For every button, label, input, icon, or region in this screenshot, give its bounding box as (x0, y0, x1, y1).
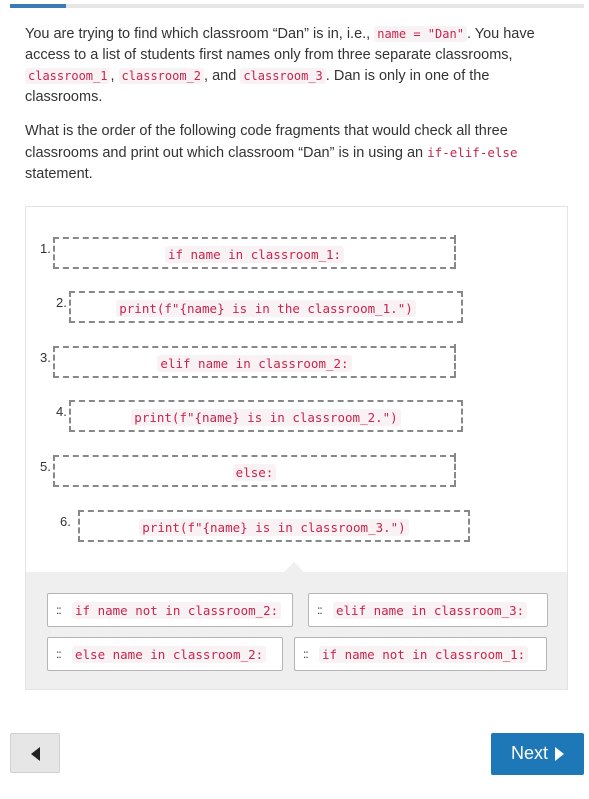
inline-code: classroom_2 (118, 68, 205, 84)
draggable-fragment[interactable]: :: elif name in classroom_3: (308, 593, 548, 627)
progress-bar (10, 4, 584, 8)
question-paragraph-2: What is the order of the following code … (25, 121, 545, 185)
answer-row-1: 1. if name in classroom_1: (26, 235, 567, 277)
fragment-bank: :: if name not in classroom_2: :: elif n… (26, 562, 567, 689)
question-text: statement. (25, 166, 93, 182)
inline-code: classroom_1 (25, 68, 111, 84)
draggable-fragment[interactable]: :: if name not in classroom_1: (294, 637, 547, 671)
inline-code: classroom_3 (240, 68, 326, 84)
inline-code: if-elif-else (427, 145, 518, 160)
line-number: 5. (40, 459, 51, 474)
parsons-panel: 1. if name in classroom_1: 2. print(f"{n… (25, 206, 568, 690)
next-button-label: Next (511, 743, 549, 763)
code-fragment: else: (232, 464, 277, 481)
answer-block[interactable]: if name in classroom_1: (53, 237, 456, 269)
question-paragraph-1: You are trying to find which classroom “… (25, 24, 545, 108)
indent-guide (454, 235, 458, 267)
line-number: 2. (56, 295, 67, 310)
code-fragment: elif name in classroom_2: (157, 355, 352, 372)
next-button[interactable]: Next (491, 733, 584, 775)
code-fragment: if name not in classroom_1: (319, 646, 529, 663)
code-fragment: if name in classroom_1: (164, 246, 345, 263)
code-fragment: print(f"{name} is in classroom_3.") (139, 519, 409, 536)
indent-guide (454, 453, 458, 485)
question-text: , and (204, 68, 237, 84)
code-fragment: elif name in classroom_3: (333, 602, 528, 619)
answer-row-6: 6. print(f"{name} is in classroom_3.") (26, 510, 567, 550)
answer-row-3: 3. elif name in classroom_2: (26, 344, 567, 386)
answer-row-5: 5. else: (26, 453, 567, 495)
inline-code: name = "Dan" (374, 26, 467, 42)
arrow-left-icon (31, 747, 40, 761)
arrow-right-icon (555, 747, 564, 761)
code-fragment: print(f"{name} is in classroom_2.") (131, 409, 401, 426)
answer-block[interactable]: elif name in classroom_2: (53, 346, 456, 378)
question-text: You are trying to find which classroom “… (25, 26, 371, 42)
line-number: 3. (40, 350, 51, 365)
code-fragment: print(f"{name} is in the classroom_1.") (116, 300, 416, 317)
code-fragment: if name not in classroom_2: (72, 602, 282, 619)
answer-block[interactable]: print(f"{name} is in classroom_2.") (69, 400, 463, 432)
question-text: , (110, 68, 115, 84)
drag-handle-icon: :: (317, 603, 323, 617)
line-number: 4. (56, 404, 67, 419)
draggable-fragment[interactable]: :: else name in classroom_2: (47, 637, 283, 671)
back-button[interactable] (10, 733, 60, 773)
indent-guide (454, 344, 458, 376)
answer-block[interactable]: print(f"{name} is in the classroom_1.") (69, 291, 463, 323)
answer-block[interactable]: print(f"{name} is in classroom_3.") (78, 510, 470, 542)
bank-pointer (284, 562, 304, 572)
drag-handle-icon: :: (56, 603, 62, 617)
answer-row-4: 4. print(f"{name} is in classroom_2.") (26, 400, 567, 440)
drag-handle-icon: :: (56, 647, 62, 661)
answer-block[interactable]: else: (53, 455, 456, 487)
drag-handle-icon: :: (303, 647, 309, 661)
progress-fill (10, 4, 66, 8)
line-number: 1. (40, 241, 51, 256)
line-number: 6. (60, 514, 71, 529)
answer-row-2: 2. print(f"{name} is in the classroom_1.… (26, 291, 567, 331)
draggable-fragment[interactable]: :: if name not in classroom_2: (47, 593, 293, 627)
code-fragment: else name in classroom_2: (72, 646, 267, 663)
